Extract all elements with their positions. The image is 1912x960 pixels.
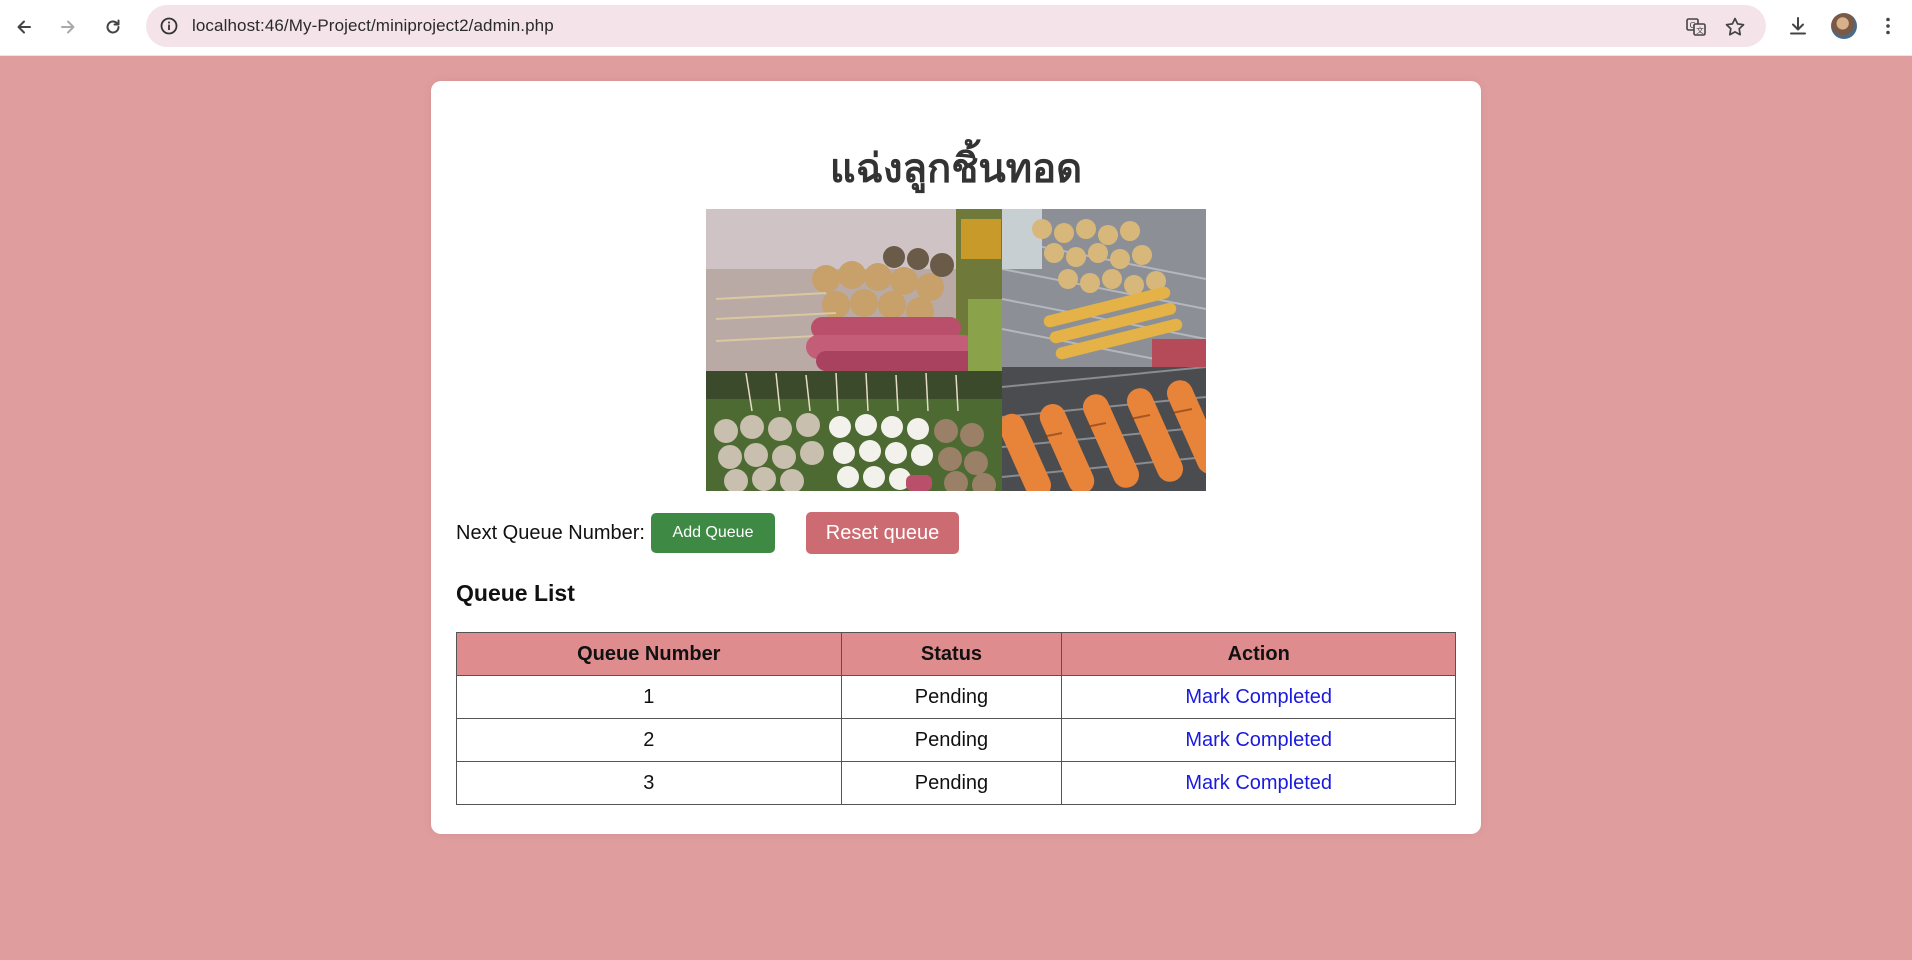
mark-completed-link[interactable]: Mark Completed xyxy=(1185,772,1332,794)
queue-controls: Next Queue Number: Add Queue Reset queue xyxy=(456,512,1456,554)
translate-icon[interactable]: G文 xyxy=(1683,14,1709,40)
add-queue-button[interactable]: Add Queue xyxy=(651,513,775,553)
photo-grilled-sausages xyxy=(1002,367,1206,491)
back-button[interactable] xyxy=(7,10,41,44)
action-cell: Mark Completed xyxy=(1061,675,1456,719)
status-cell: Pending xyxy=(840,761,1063,805)
reload-icon xyxy=(106,19,120,34)
column-header-action: Action xyxy=(1061,632,1456,676)
url-text[interactable]: localhost:46/My-Project/miniproject2/adm… xyxy=(192,5,554,47)
photo-pork-balls xyxy=(706,371,1002,491)
back-arrow-icon xyxy=(17,20,31,34)
action-cell: Mark Completed xyxy=(1061,761,1456,805)
forward-button[interactable] xyxy=(51,10,85,44)
svg-text:文: 文 xyxy=(1696,25,1704,35)
mark-completed-link[interactable]: Mark Completed xyxy=(1185,686,1332,708)
queue-table: Queue Number Status Action 1 Pending Mar… xyxy=(456,632,1456,805)
reset-queue-button[interactable]: Reset queue xyxy=(806,512,959,554)
page-title: แฉ่งลูกชิ้นทอด xyxy=(829,146,1083,192)
table-row: 2 Pending Mark Completed xyxy=(456,718,1456,762)
site-info-icon[interactable] xyxy=(158,15,180,37)
browser-toolbar: localhost:46/My-Project/miniproject2/adm… xyxy=(0,0,1912,56)
table-header-row: Queue Number Status Action xyxy=(456,632,1456,676)
content-card: แฉ่งลูกชิ้นทอด Next Queue Number: Add Qu… xyxy=(431,81,1481,834)
kebab-menu-icon[interactable] xyxy=(1875,13,1901,39)
profile-avatar[interactable] xyxy=(1831,13,1857,39)
status-cell: Pending xyxy=(840,718,1063,762)
column-header-queue-number: Queue Number xyxy=(456,632,842,676)
queue-list-heading: Queue List xyxy=(456,580,575,606)
queue-number-cell: 3 xyxy=(456,761,842,805)
queue-number-cell: 1 xyxy=(456,675,842,719)
next-queue-label: Next Queue Number: xyxy=(456,522,645,544)
reload-button[interactable] xyxy=(96,10,130,44)
photo-sausages-meatballs xyxy=(706,209,1002,371)
food-photo-collage xyxy=(706,209,1206,491)
table-row: 1 Pending Mark Completed xyxy=(456,675,1456,719)
action-cell: Mark Completed xyxy=(1061,718,1456,762)
download-icon[interactable] xyxy=(1785,13,1811,39)
forward-arrow-icon xyxy=(61,20,75,34)
table-row: 3 Pending Mark Completed xyxy=(456,761,1456,805)
mark-completed-link[interactable]: Mark Completed xyxy=(1185,729,1332,751)
bookmark-star-icon[interactable] xyxy=(1722,14,1748,40)
status-cell: Pending xyxy=(840,675,1063,719)
address-bar[interactable]: localhost:46/My-Project/miniproject2/adm… xyxy=(146,5,1766,47)
queue-number-cell: 2 xyxy=(456,718,842,762)
column-header-status: Status xyxy=(840,632,1063,676)
photo-fried-fishballs xyxy=(1002,209,1206,367)
